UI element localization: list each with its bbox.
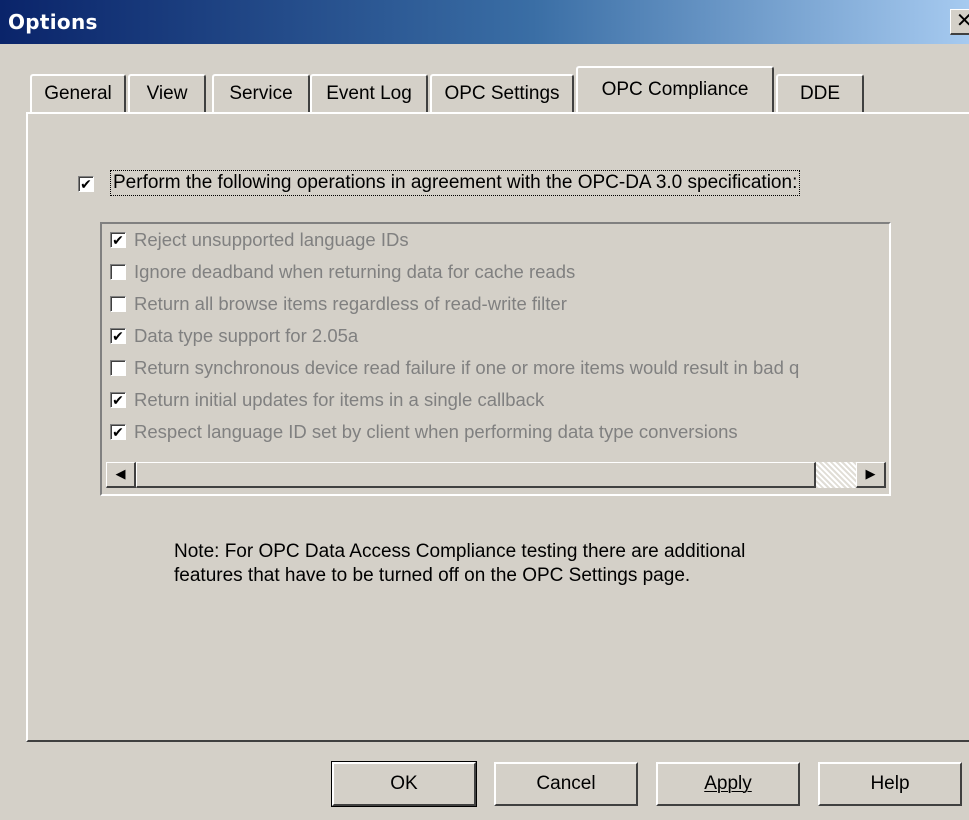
tab-opc-settings[interactable]: OPC Settings — [430, 74, 574, 112]
check-icon: ✔ — [112, 232, 124, 248]
list-item-label: Reject unsupported language IDs — [134, 229, 409, 250]
cancel-button[interactable]: Cancel — [494, 762, 638, 806]
arrow-left-icon: ◀ — [115, 466, 126, 481]
list-item-label: Ignore deadband when returning data for … — [134, 261, 576, 282]
list-item-label: Return initial updates for items in a si… — [134, 389, 545, 410]
list-item-checkbox[interactable] — [110, 360, 126, 376]
ok-button-label: OK — [390, 773, 418, 794]
window-title: Options — [8, 10, 98, 34]
scrollbar-track-remainder[interactable] — [816, 462, 856, 488]
tab-dde[interactable]: DDE — [776, 74, 864, 112]
tab-general[interactable]: General — [30, 74, 126, 112]
tab-opc-settings-label: OPC Settings — [444, 83, 560, 104]
list-item-label: Respect language ID set by client when p… — [134, 421, 738, 442]
scroll-left-button[interactable]: ◀ — [106, 462, 136, 488]
list-item-checkbox[interactable]: ✔ — [110, 328, 126, 344]
scrollbar-track[interactable] — [136, 462, 856, 488]
check-icon: ✔ — [112, 392, 124, 408]
tab-view-label: View — [146, 83, 188, 104]
scroll-right-button[interactable]: ▶ — [856, 462, 886, 488]
tab-opc-compliance-label: OPC Compliance — [601, 79, 749, 100]
compliance-note: Note: For OPC Data Access Compliance tes… — [174, 540, 745, 588]
help-button-label: Help — [870, 773, 910, 794]
main-compliance-label[interactable]: Perform the following operations in agre… — [109, 170, 801, 196]
ok-button[interactable]: OK — [331, 761, 477, 807]
apply-button-label: Apply — [704, 773, 752, 794]
main-compliance-checkbox[interactable]: ✔ — [78, 176, 94, 192]
note-line-2: features that have to be turned off on t… — [174, 565, 691, 586]
list-item-checkbox[interactable]: ✔ — [110, 392, 126, 408]
check-icon: ✔ — [112, 424, 124, 440]
check-icon: ✔ — [112, 328, 124, 344]
tab-dde-label: DDE — [799, 83, 841, 104]
list-item-label: Data type support for 2.05a — [134, 325, 359, 346]
arrow-right-icon: ▶ — [865, 466, 876, 481]
list-item-label: Return all browse items regardless of re… — [134, 293, 567, 314]
close-icon: ✕ — [956, 10, 969, 32]
tab-service-label: Service — [229, 83, 293, 104]
tab-event-log[interactable]: Event Log — [310, 74, 428, 112]
tab-service[interactable]: Service — [212, 74, 310, 112]
list-item-checkbox[interactable]: ✔ — [110, 424, 126, 440]
list-item-checkbox[interactable] — [110, 264, 126, 280]
list-item-label: Return synchronous device read failure i… — [134, 357, 800, 378]
compliance-options-list[interactable]: ✔ Reject unsupported language IDs Ignore… — [100, 222, 891, 496]
list-item-checkbox[interactable]: ✔ — [110, 232, 126, 248]
list-item-checkbox[interactable] — [110, 296, 126, 312]
help-button[interactable]: Help — [818, 762, 962, 806]
scrollbar-thumb[interactable] — [136, 462, 816, 488]
tab-opc-compliance[interactable]: OPC Compliance — [576, 66, 774, 112]
tab-general-label: General — [44, 83, 112, 104]
cancel-button-label: Cancel — [536, 773, 596, 794]
close-button[interactable]: ✕ — [950, 9, 969, 35]
tab-event-log-label: Event Log — [326, 83, 412, 104]
tab-view[interactable]: View — [128, 74, 206, 112]
note-line-1: Note: For OPC Data Access Compliance tes… — [174, 541, 746, 562]
check-icon: ✔ — [80, 176, 92, 192]
horizontal-scrollbar[interactable]: ◀ ▶ — [106, 462, 886, 488]
apply-button[interactable]: Apply — [656, 762, 800, 806]
title-bar[interactable]: Options ✕ — [0, 0, 969, 44]
